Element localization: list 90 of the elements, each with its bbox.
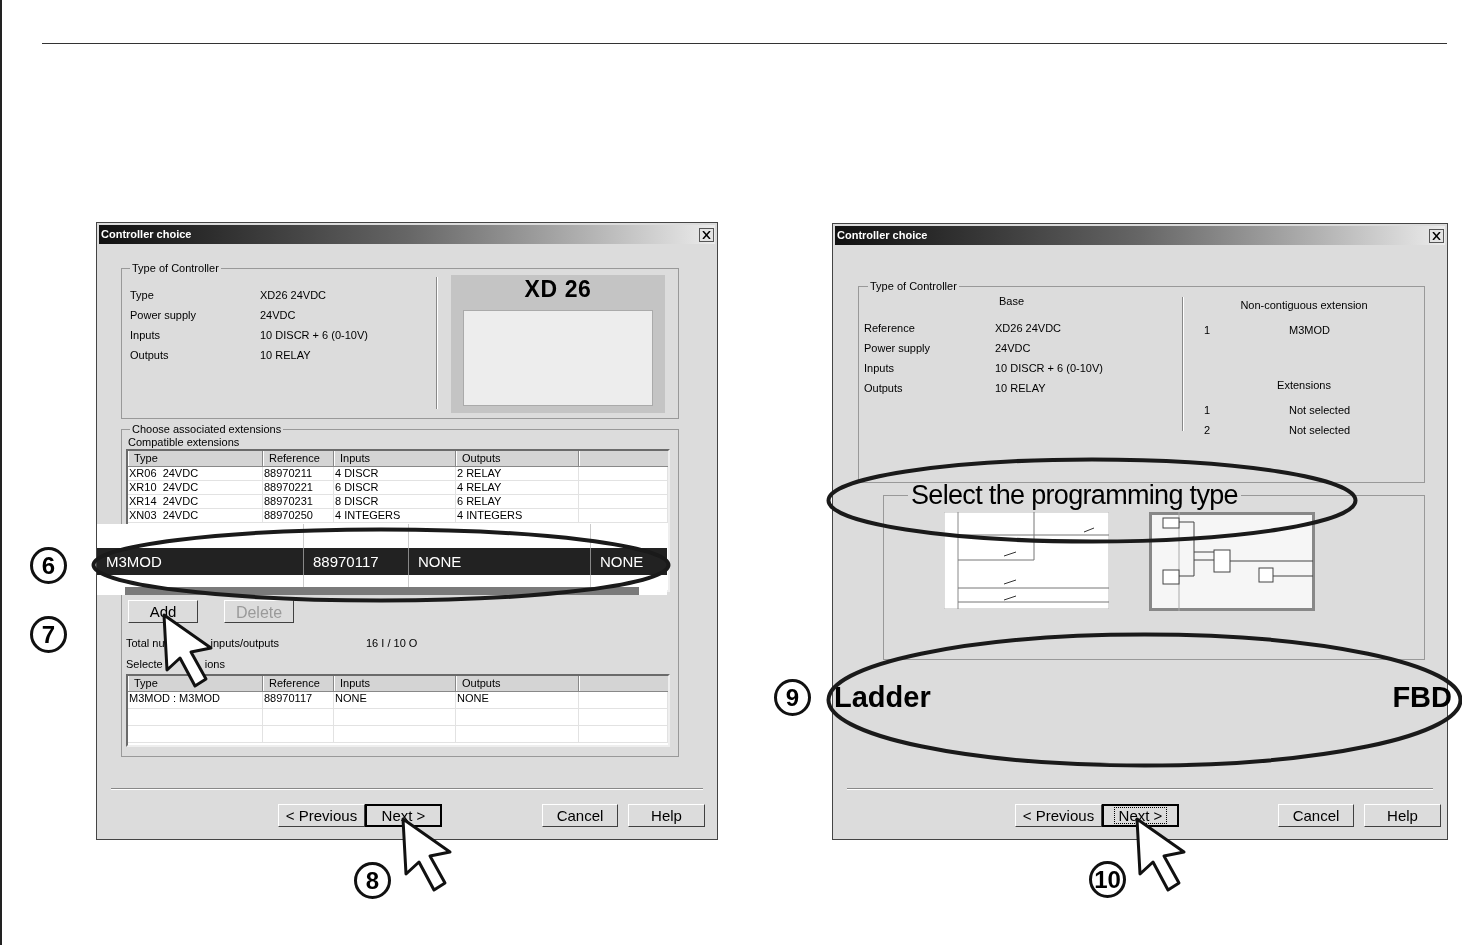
row-number: 1 [1204,403,1212,417]
table-cell: 4 INTEGERS [456,508,579,522]
list-label: ions [204,657,225,671]
table-cell: XR10 24VDC [128,480,263,494]
table-cell: M3MOD [97,547,304,575]
field-value: XD26 24VDC [995,321,1063,335]
column-header[interactable]: Inputs [334,675,456,691]
field-value: M3MOD [1288,323,1331,337]
field-value: 24VDC [995,341,1032,355]
table-cell: NONE [456,691,579,708]
close-icon [1432,231,1441,240]
row-number: 1 [1204,323,1212,337]
next-button[interactable]: Next > [1102,804,1179,827]
list-label: Compatible extensions [128,435,241,448]
step-number: 9 [774,679,811,716]
add-button[interactable]: Add [128,599,198,623]
group-title: Select the programming type [910,480,1239,510]
scroll-bar[interactable] [125,586,639,595]
field-label: Power supply [864,341,932,355]
table-cell: 2 RELAY [456,466,579,480]
field-value: 24VDC [260,308,297,322]
table-cell: 88970117 [304,547,409,575]
programming-type-option[interactable]: Ladder [834,680,931,714]
close-icon [702,230,711,239]
image-caption: XD 26 [524,275,592,302]
previous-button[interactable]: < Previous [1015,804,1102,827]
table-cell: XR14 24VDC [128,494,263,508]
step-number: 10 [1089,861,1126,898]
table-cell: 4 INTEGERS [334,508,456,522]
table-cell: 8 DISCR [334,494,456,508]
table-cell: 88970211 [263,466,334,480]
field-value: 10 DISCR + 6 (0-10V) [260,328,369,342]
window-title: Controller choice [101,229,192,240]
next-button[interactable]: Next > [365,804,442,827]
window-title: Controller choice [837,230,928,241]
table-cell: 88970231 [263,494,334,508]
step-number: 8 [354,862,391,899]
column-header: Extensions [1276,378,1332,392]
field-value: 16 I / 10 O [366,636,419,650]
table-cell: XR06 24VDC [128,466,263,480]
cancel-button[interactable]: Cancel [542,804,618,827]
cancel-button[interactable]: Cancel [1278,804,1354,827]
column-header[interactable]: Outputs [456,675,579,691]
step-number: 7 [30,616,67,653]
table-cell: 88970117 [263,691,334,708]
column-header[interactable]: Outputs [456,450,579,466]
group-title: Type of Controller [869,279,958,294]
field-label: inputs/outputs [210,636,280,650]
table-cell: NONE [334,691,456,708]
field-label: Power supply [130,308,198,322]
list-label: Selecte [126,657,163,671]
help-button[interactable]: Help [628,804,705,827]
field-label: Total nu [126,636,165,650]
help-button[interactable]: Help [1364,804,1441,827]
column-header[interactable]: Reference [263,675,334,691]
column-header[interactable]: Type [128,450,263,466]
table-cell: 88970221 [263,480,334,494]
field-label: Inputs [130,328,161,342]
table-cell: NONE [409,547,591,575]
column-header: Non-contiguous extension [1239,298,1369,312]
field-value: Not selected [1288,403,1352,417]
table-row[interactable]: M3MOD 88970117 NONE NONE [97,547,667,575]
previous-button[interactable]: < Previous [278,804,365,827]
table-cell: XN03 24VDC [128,508,263,522]
field-label: Type [130,288,155,302]
field-label: Outputs [130,348,170,362]
field-value: Not selected [1288,423,1352,437]
column-header: Base [999,294,1026,308]
table-cell: 6 DISCR [334,480,456,494]
field-label: Reference [864,321,916,335]
table-cell: 4 RELAY [456,480,579,494]
field-value: 10 RELAY [995,381,1047,395]
column-header[interactable]: Inputs [334,450,456,466]
field-value: 10 RELAY [260,348,312,362]
field-label: Outputs [864,381,904,395]
close-button[interactable] [699,227,714,242]
table-cell: 6 RELAY [456,494,579,508]
row-number: 2 [1204,423,1212,437]
table-cell: M3MOD : M3MOD [128,691,263,708]
group-title: Type of Controller [131,261,220,276]
field-label: Inputs [864,361,895,375]
table-cell-text: NONE [599,551,645,572]
table-cell: 88970250 [263,508,334,522]
group-title: Choose associated extensions [131,422,283,437]
field-value: XD26 24VDC [260,288,328,302]
table-cell: 4 DISCR [334,466,456,480]
close-button[interactable] [1429,228,1444,243]
step-number: 6 [30,547,67,584]
field-value: 10 DISCR + 6 (0-10V) [995,361,1104,375]
column-header[interactable]: Reference [263,450,334,466]
